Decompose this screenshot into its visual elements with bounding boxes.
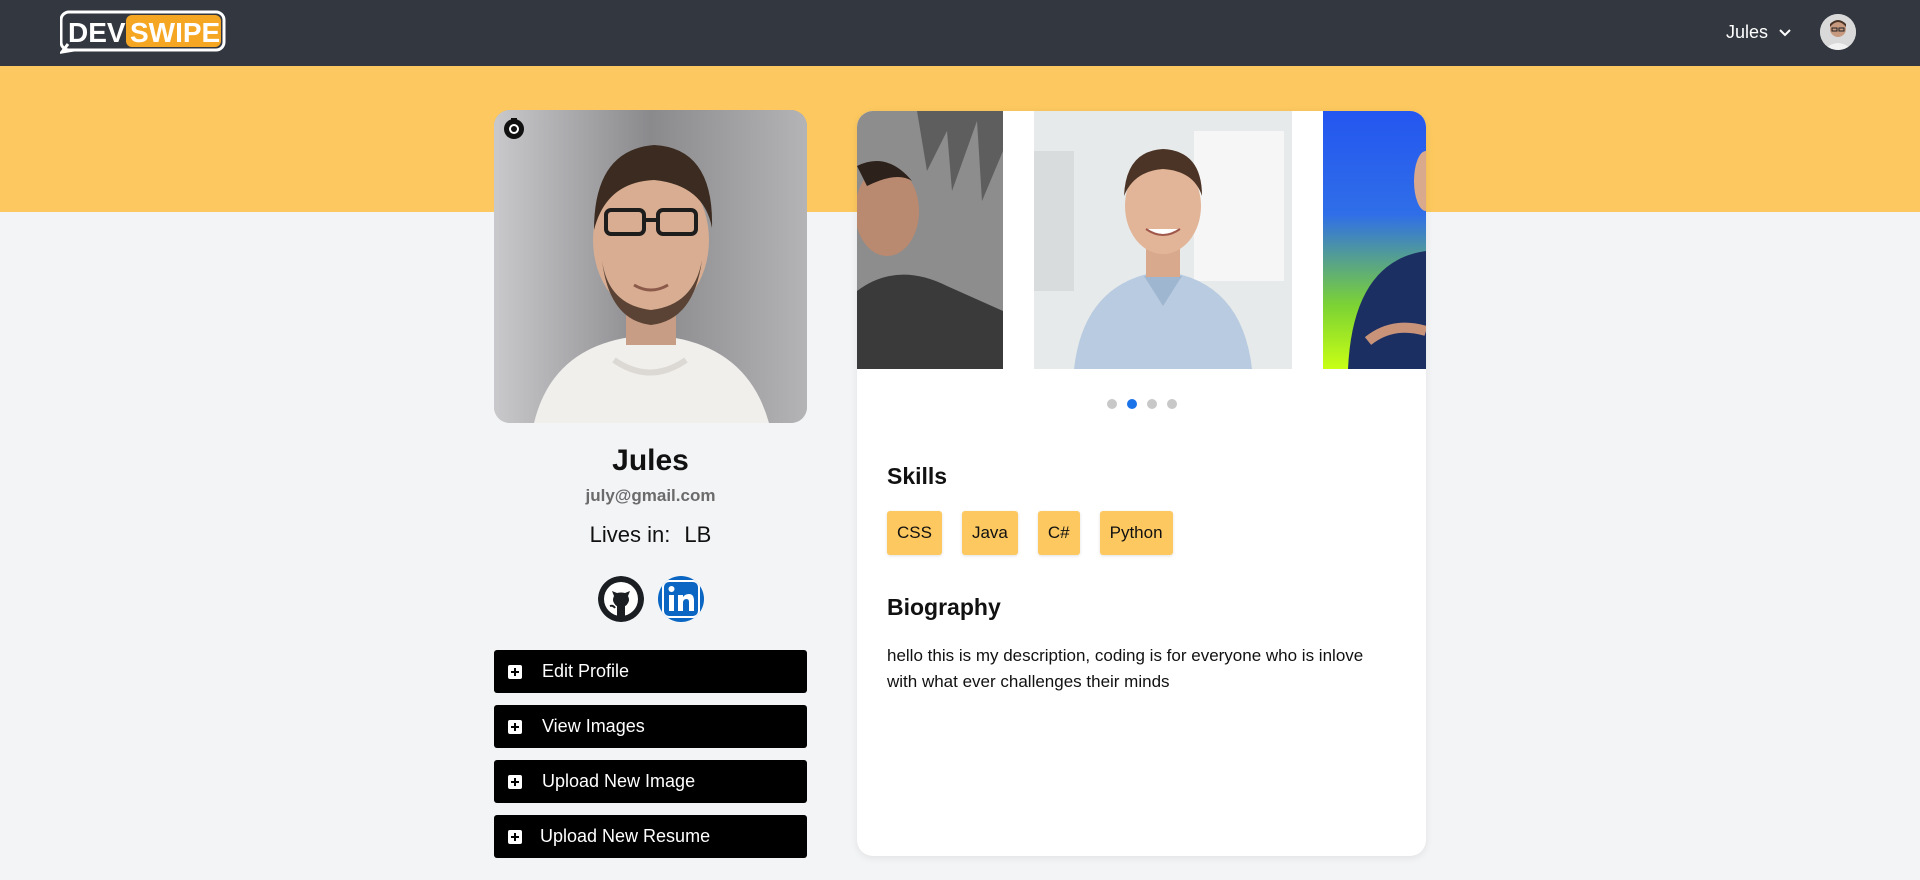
- gallery-slide-prev[interactable]: [857, 111, 1003, 369]
- social-links: [494, 576, 807, 622]
- view-images-button[interactable]: View Images: [494, 705, 807, 748]
- github-icon[interactable]: [597, 576, 644, 622]
- skills-list: CSS Java C# Python: [887, 511, 1173, 555]
- profile-name: Jules: [612, 444, 689, 477]
- plus-square-icon: [508, 774, 522, 789]
- avatar-icon: [1820, 14, 1856, 50]
- lives-in-label: Lives in:: [589, 522, 671, 547]
- edit-profile-button[interactable]: Edit Profile: [494, 650, 807, 693]
- gallery-image: [1323, 111, 1426, 369]
- upload-image-label: Upload New Image: [542, 771, 696, 791]
- devswipe-logo[interactable]: DEV SWIPE: [60, 10, 226, 54]
- edit-profile-label: Edit Profile: [542, 661, 630, 681]
- gallery-slide-next[interactable]: [1323, 111, 1426, 369]
- biography-text: hello this is my description, coding is …: [887, 646, 1364, 691]
- gallery-slide-active[interactable]: [1034, 111, 1292, 369]
- gallery-dot-1[interactable]: [1106, 399, 1117, 409]
- user-menu-name: Jules: [1725, 21, 1768, 42]
- chevron-down-icon: [1779, 29, 1791, 37]
- skill-chip: CSS: [887, 511, 942, 555]
- location-value: LB: [684, 522, 712, 547]
- upload-resume-button[interactable]: Upload New Resume: [494, 815, 807, 858]
- skill-chip: C#: [1037, 511, 1080, 555]
- upload-image-button[interactable]: Upload New Image: [494, 760, 807, 803]
- gallery-dot-4[interactable]: [1166, 399, 1177, 409]
- profile-location: Lives in: LB: [494, 522, 807, 548]
- profile-card: Skills CSS Java C# Python Biography hell…: [857, 111, 1426, 856]
- gallery-image: [1034, 111, 1292, 369]
- skill-chip: Python: [1099, 511, 1173, 555]
- svg-text:DEV: DEV: [68, 17, 126, 48]
- biography-heading: Biography: [887, 594, 1001, 620]
- profile-email: july@gmail.com: [585, 486, 716, 505]
- gallery-dot-3[interactable]: [1146, 399, 1157, 409]
- gallery-pagination: [857, 399, 1426, 409]
- plus-square-icon: [508, 664, 522, 679]
- camera-icon[interactable]: [502, 116, 526, 140]
- svg-text:SWIPE: SWIPE: [130, 17, 220, 48]
- user-avatar[interactable]: [1820, 14, 1856, 50]
- view-images-label: View Images: [542, 716, 645, 736]
- gallery-image: [857, 111, 1003, 369]
- skills-heading: Skills: [887, 463, 948, 489]
- user-menu-dropdown[interactable]: Jules: [1726, 18, 1792, 46]
- top-navbar: DEV SWIPE Jules: [0, 0, 1920, 66]
- linkedin-icon[interactable]: [657, 576, 704, 622]
- upload-resume-label: Upload New Resume: [540, 826, 711, 846]
- profile-photo[interactable]: [494, 110, 807, 423]
- profile-photo-image: [494, 110, 807, 423]
- skill-chip: Java: [961, 511, 1018, 555]
- plus-square-icon: [508, 829, 522, 844]
- gallery-dot-2[interactable]: [1126, 399, 1137, 409]
- plus-square-icon: [508, 719, 522, 734]
